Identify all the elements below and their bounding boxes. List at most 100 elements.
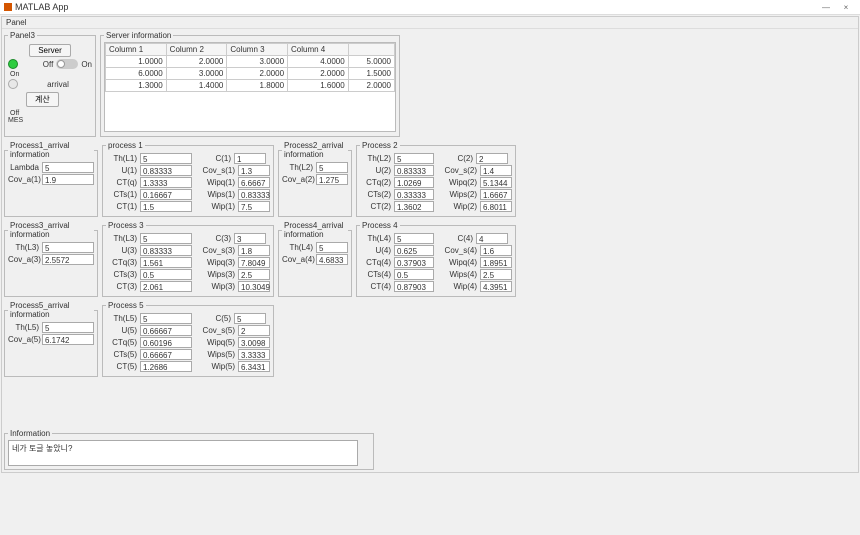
p1-ctq[interactable]: 1.3333 [140,177,192,188]
p3-wipq[interactable]: 7.8049 [238,257,270,268]
p4-wips[interactable]: 2.5 [480,269,512,280]
table-cell[interactable]: 1.3000 [106,80,167,92]
table-cell[interactable]: 2.0000 [348,80,394,92]
p4a-th[interactable]: 5 [316,242,348,253]
close-button[interactable]: × [836,3,856,12]
p2-wip[interactable]: 6.8011 [480,201,512,212]
p2-covs[interactable]: 1.4 [480,165,512,176]
p5a-cova[interactable]: 6.1742 [42,334,94,345]
calc-button[interactable]: 계산 [26,92,59,107]
p4-ctq[interactable]: 0.37903 [394,257,434,268]
p1-covs[interactable]: 1.3 [238,165,270,176]
table-cell[interactable]: 6.0000 [106,68,167,80]
p3-c[interactable]: 3 [234,233,266,244]
process2-panel: Process 2 Th(L2)5 U(2)0.83333 CTq(2)1.02… [356,141,516,217]
p4-cts-lbl: CTs(4) [360,270,394,279]
p3-u[interactable]: 0.83333 [140,245,192,256]
p4-ct[interactable]: 0.87903 [394,281,434,292]
p1-u[interactable]: 0.83333 [140,165,192,176]
table-row[interactable]: 1.30001.40001.80001.60002.0000 [106,80,395,92]
p3a-th[interactable]: 5 [42,242,94,253]
p5a-th[interactable]: 5 [42,322,94,333]
p3-th[interactable]: 5 [140,233,192,244]
p1-cts[interactable]: 0.16667 [140,189,192,200]
p5-wips[interactable]: 3.3333 [238,349,270,360]
p4a-cova[interactable]: 4.6833 [316,254,348,265]
lambda-field[interactable]: 5 [42,162,94,173]
p5-th[interactable]: 5 [140,313,192,324]
p1-wip[interactable]: 7.5 [238,201,270,212]
p4-c[interactable]: 4 [476,233,508,244]
table-cell[interactable]: 3.0000 [227,56,288,68]
p3-cts[interactable]: 0.5 [140,269,192,280]
p5-covs[interactable]: 2 [238,325,270,336]
p2-c[interactable]: 2 [476,153,508,164]
table-cell[interactable]: 2.0000 [166,56,227,68]
p5a-th-lbl: Th(L5) [8,323,42,332]
table-header-empty [348,44,394,56]
p2-ctq[interactable]: 1.0269 [394,177,434,188]
p2-wipq[interactable]: 5.1344 [480,177,512,188]
p2-arr-title: Process2_arrival information [282,141,348,159]
table-cell[interactable]: 4.0000 [288,56,349,68]
p4-wipq[interactable]: 1.8951 [480,257,512,268]
p2-cts[interactable]: 0.33333 [394,189,434,200]
p1-wips-lbl: Wips(1) [200,190,238,199]
p2-cts-lbl: CTs(2) [360,190,394,199]
table-cell[interactable]: 5.0000 [348,56,394,68]
p3-ct[interactable]: 2.061 [140,281,192,292]
p1-th[interactable]: 5 [140,153,192,164]
mes-label: MES [8,117,92,124]
table-cell[interactable]: 2.0000 [288,68,349,80]
table-cell[interactable]: 1.6000 [288,80,349,92]
info-textarea[interactable]: 네가 토글 놓았니? [8,440,358,466]
table-cell[interactable]: 1.5000 [348,68,394,80]
p4-th[interactable]: 5 [394,233,434,244]
p3a-cova[interactable]: 2.5572 [42,254,94,265]
p3-ctq[interactable]: 1.561 [140,257,192,268]
p5-u[interactable]: 0.66667 [140,325,192,336]
table-cell[interactable]: 3.0000 [166,68,227,80]
cova1-field[interactable]: 1.9 [42,174,94,185]
p1-wips[interactable]: 0.83333 [238,189,270,200]
arrival-label: arrival [24,80,92,89]
p5-ct[interactable]: 1.2686 [140,361,192,372]
p3-wip[interactable]: 10.3049 [238,281,270,292]
server-button[interactable]: Server [29,44,71,57]
p5-ctq[interactable]: 0.60196 [140,337,192,348]
p1-c[interactable]: 1 [234,153,266,164]
p4-u[interactable]: 0.625 [394,245,434,256]
p3-covs[interactable]: 1.8 [238,245,270,256]
p2a-th[interactable]: 5 [316,162,348,173]
p5-wipq-lbl: Wipq(5) [200,338,238,347]
p4-cts[interactable]: 0.5 [394,269,434,280]
table-row[interactable]: 1.00002.00003.00004.00005.0000 [106,56,395,68]
p2a-cova[interactable]: 1.275 [316,174,348,185]
table-cell[interactable]: 1.8000 [227,80,288,92]
p2-title: Process 2 [360,141,400,150]
p5-cts[interactable]: 0.66667 [140,349,192,360]
p5-wipq[interactable]: 3.0098 [238,337,270,348]
p2-th[interactable]: 5 [394,153,434,164]
p2-u[interactable]: 0.83333 [394,165,434,176]
p4-wip[interactable]: 4.3951 [480,281,512,292]
server-table[interactable]: Column 1Column 2Column 3Column 4 1.00002… [105,43,395,92]
p5-wip[interactable]: 6.3431 [238,361,270,372]
table-cell[interactable]: 1.0000 [106,56,167,68]
table-cell[interactable]: 1.4000 [166,80,227,92]
p5-arr-title: Process5_arrival information [8,301,94,319]
p3-covs-lbl: Cov_s(3) [200,246,238,255]
arrival-toggle[interactable] [56,59,78,69]
p2-ct[interactable]: 1.3602 [394,201,434,212]
server-info-title: Server information [104,31,173,40]
p3-wips[interactable]: 2.5 [238,269,270,280]
minimize-button[interactable]: — [816,3,836,12]
p5-c[interactable]: 5 [234,313,266,324]
p1-ct[interactable]: 1.5 [140,201,192,212]
p2-covs-lbl: Cov_s(2) [442,166,480,175]
table-cell[interactable]: 2.0000 [227,68,288,80]
table-row[interactable]: 6.00003.00002.00002.00001.5000 [106,68,395,80]
p4-covs[interactable]: 1.6 [480,245,512,256]
p2-wips[interactable]: 1.6667 [480,189,512,200]
p1-wipq[interactable]: 6.6667 [238,177,270,188]
